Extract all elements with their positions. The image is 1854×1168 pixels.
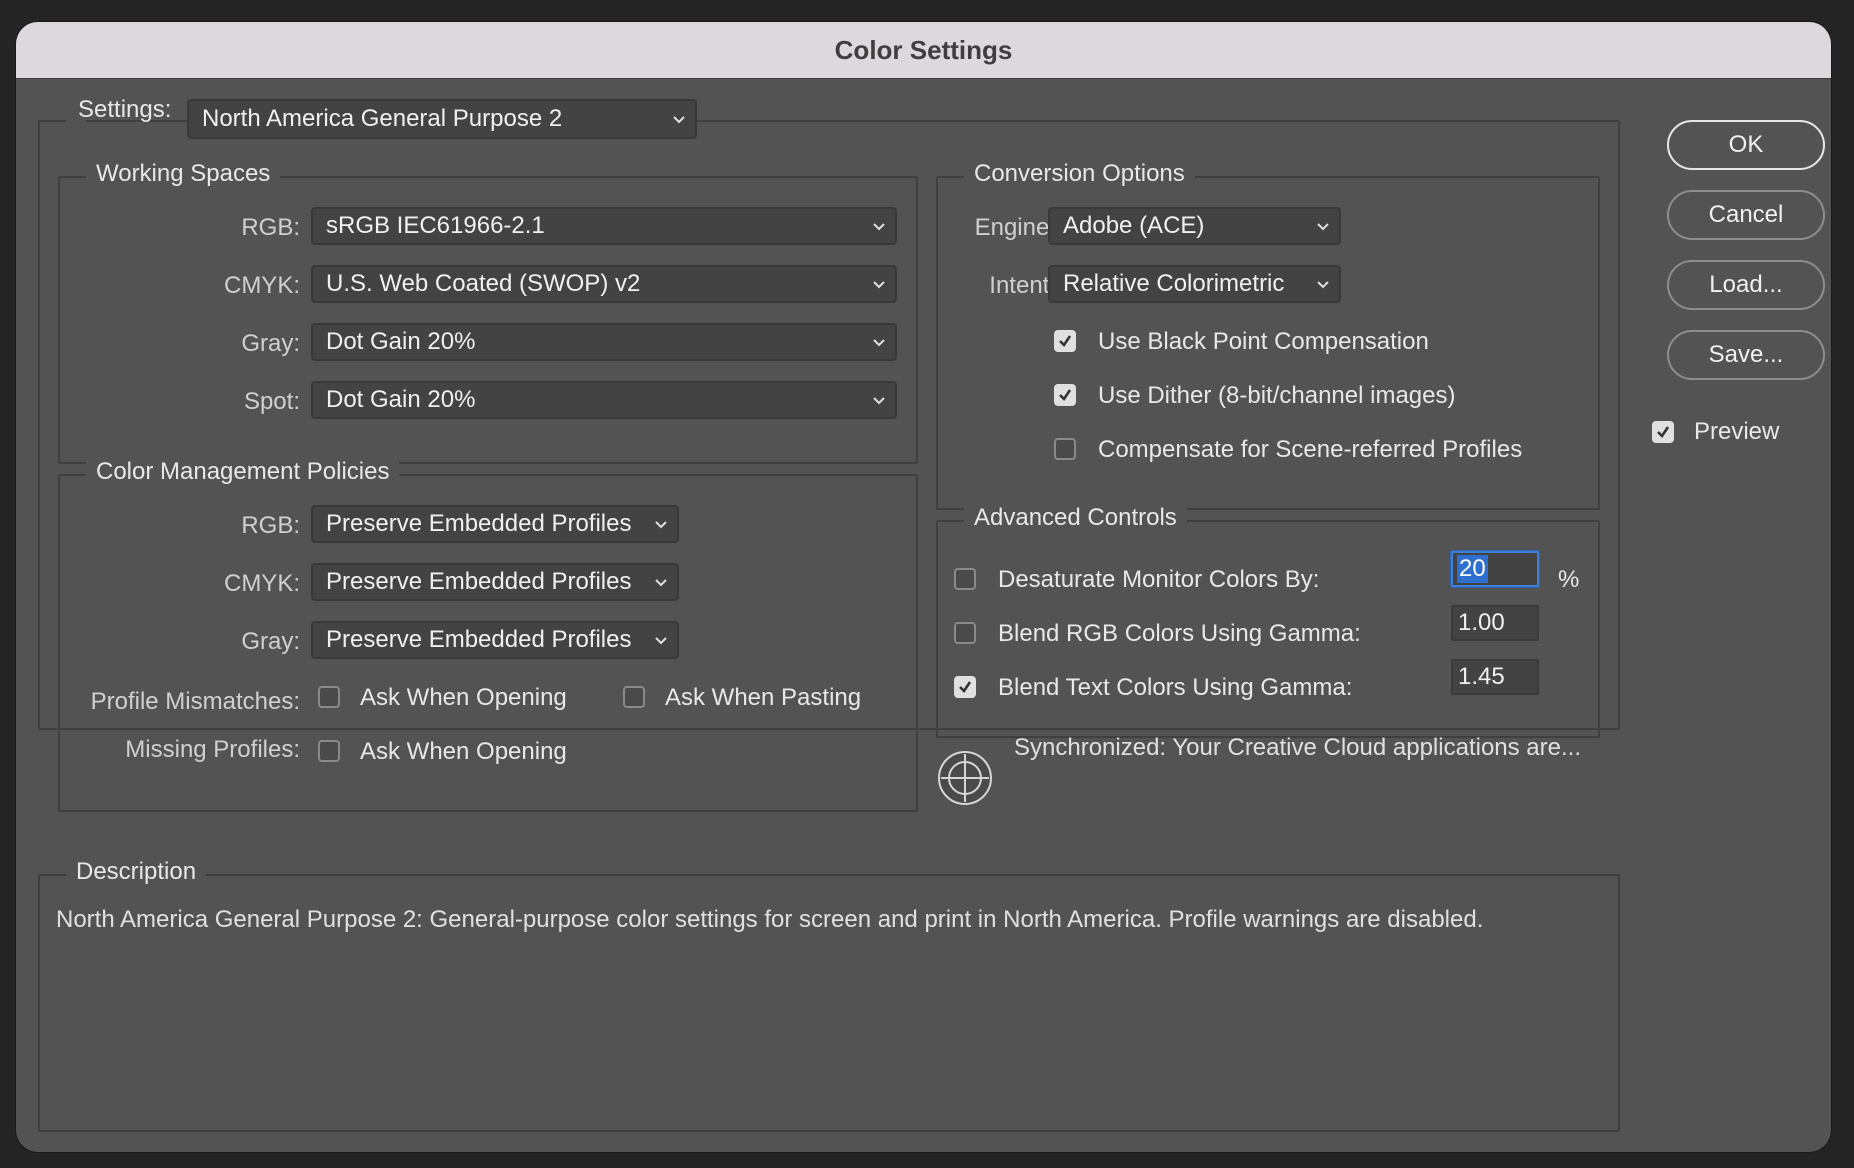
blend-rgb-value: 1.00 [1458, 609, 1505, 636]
settings-select[interactable]: North America General Purpose 2 [187, 99, 697, 139]
settings-label: Settings: [78, 96, 172, 123]
missing-ask-opening-checkbox[interactable] [318, 740, 340, 762]
ws-cmyk-select[interactable]: U.S. Web Coated (SWOP) v2 [311, 265, 897, 303]
checkmark-icon [1059, 335, 1072, 348]
description-title: Description [66, 858, 207, 886]
dither-label: Use Dither (8-bit/channel images) [1098, 382, 1456, 409]
policies-title: Color Management Policies [86, 458, 400, 486]
ws-spot-value: Dot Gain 20% [326, 386, 476, 413]
policy-gray-value: Preserve Embedded Profiles [326, 626, 632, 653]
ws-rgb-value: sRGB IEC61966-2.1 [326, 212, 545, 239]
mismatch-ask-pasting-label: Ask When Pasting [665, 684, 862, 711]
desaturate-unit: % [1558, 566, 1580, 593]
ws-cmyk-label: CMYK: [223, 272, 300, 299]
chevron-down-icon [873, 223, 885, 231]
checkmark-icon [959, 681, 972, 694]
black-point-label: Use Black Point Compensation [1098, 328, 1429, 355]
blend-text-label: Blend Text Colors Using Gamma: [998, 674, 1353, 701]
blend-text-value: 1.45 [1458, 663, 1505, 690]
chevron-down-icon [1317, 281, 1329, 289]
desaturate-checkbox[interactable] [954, 568, 976, 590]
description-text: North America General Purpose 2: General… [56, 906, 1484, 933]
working-spaces-title: Working Spaces [86, 160, 281, 188]
settings-value: North America General Purpose 2 [202, 105, 563, 132]
ws-spot-select[interactable]: Dot Gain 20% [311, 381, 897, 419]
ws-gray-value: Dot Gain 20% [326, 328, 476, 355]
sync-status-text: Synchronized: Your Creative Cloud applic… [1014, 734, 1581, 761]
policy-cmyk-select[interactable]: Preserve Embedded Profiles [311, 563, 679, 601]
blend-rgb-input[interactable]: 1.00 [1451, 605, 1539, 641]
policy-cmyk-value: Preserve Embedded Profiles [326, 568, 632, 595]
chevron-down-icon [673, 116, 685, 124]
engine-label: Engine: [974, 214, 1056, 241]
desaturate-label: Desaturate Monitor Colors By: [998, 566, 1320, 593]
intent-value: Relative Colorimetric [1063, 270, 1285, 297]
blend-text-input[interactable]: 1.45 [1451, 659, 1539, 695]
engine-select[interactable]: Adobe (ACE) [1048, 207, 1341, 245]
mismatch-ask-opening-checkbox[interactable] [318, 686, 340, 708]
dialog-title: Color Settings [16, 22, 1831, 79]
engine-value: Adobe (ACE) [1063, 212, 1205, 239]
policy-gray-select[interactable]: Preserve Embedded Profiles [311, 621, 679, 659]
conversion-title: Conversion Options [964, 160, 1195, 188]
checkmark-icon [1657, 426, 1670, 439]
dither-checkbox[interactable] [1054, 384, 1076, 406]
chevron-down-icon [1317, 223, 1329, 231]
load-button[interactable]: Load... [1667, 260, 1825, 310]
desaturate-input[interactable]: 20 [1451, 551, 1539, 587]
chevron-down-icon [873, 339, 885, 347]
policy-rgb-select[interactable]: Preserve Embedded Profiles [311, 505, 679, 543]
policy-rgb-label: RGB: [241, 512, 300, 539]
chevron-down-icon [655, 521, 667, 529]
preview-label: Preview [1694, 418, 1780, 445]
policy-gray-label: Gray: [241, 628, 300, 655]
intent-label: Intent: [989, 272, 1056, 299]
advanced-title: Advanced Controls [964, 504, 1187, 532]
checkmark-icon [1059, 389, 1072, 402]
chevron-down-icon [655, 579, 667, 587]
blend-text-checkbox[interactable] [954, 676, 976, 698]
profile-mismatches-label: Profile Mismatches: [90, 688, 300, 715]
mismatch-ask-opening-label: Ask When Opening [360, 684, 567, 711]
save-button[interactable]: Save... [1667, 330, 1825, 380]
black-point-checkbox[interactable] [1054, 330, 1076, 352]
sync-crosshair-icon [938, 751, 992, 805]
settings-legend: Settings: [66, 86, 171, 136]
policy-rgb-value: Preserve Embedded Profiles [326, 510, 632, 537]
ws-spot-label: Spot: [243, 388, 300, 415]
chevron-down-icon [873, 281, 885, 289]
ws-cmyk-value: U.S. Web Coated (SWOP) v2 [326, 270, 641, 297]
chevron-down-icon [655, 637, 667, 645]
scene-referred-label: Compensate for Scene-referred Profiles [1098, 436, 1523, 463]
missing-profiles-label: Missing Profiles: [125, 736, 300, 763]
scene-referred-checkbox[interactable] [1054, 438, 1076, 460]
preview-checkbox[interactable] [1652, 421, 1674, 443]
intent-select[interactable]: Relative Colorimetric [1048, 265, 1341, 303]
ws-gray-label: Gray: [241, 330, 300, 357]
mismatch-ask-pasting-checkbox[interactable] [623, 686, 645, 708]
blend-rgb-label: Blend RGB Colors Using Gamma: [998, 620, 1361, 647]
cancel-button[interactable]: Cancel [1667, 190, 1825, 240]
policy-cmyk-label: CMYK: [223, 570, 300, 597]
desaturate-value: 20 [1457, 555, 1488, 583]
ok-button[interactable]: OK [1667, 120, 1825, 170]
ws-rgb-label: RGB: [241, 214, 300, 241]
blend-rgb-checkbox[interactable] [954, 622, 976, 644]
ws-gray-select[interactable]: Dot Gain 20% [311, 323, 897, 361]
chevron-down-icon [873, 397, 885, 405]
missing-ask-opening-label: Ask When Opening [360, 738, 567, 765]
color-settings-dialog: Color Settings Settings: North America G… [16, 22, 1831, 1152]
ws-rgb-select[interactable]: sRGB IEC61966-2.1 [311, 207, 897, 245]
